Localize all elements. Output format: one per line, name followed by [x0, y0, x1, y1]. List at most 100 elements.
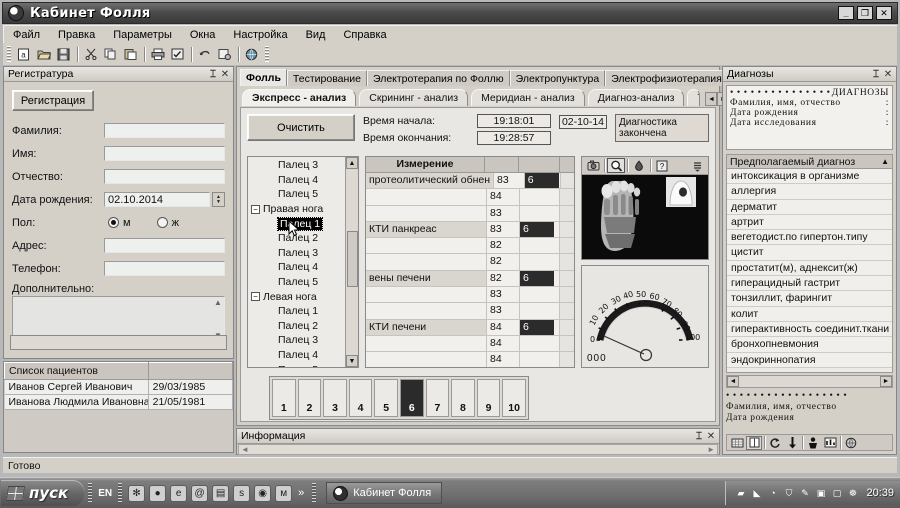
tree-item[interactable]: Палец 4	[248, 260, 345, 275]
info-scroll-right-icon[interactable]: ►	[707, 445, 715, 454]
taskbar-grip[interactable]	[312, 483, 316, 503]
register-button[interactable]: Регистрация	[12, 90, 94, 111]
tab-testing[interactable]: Тестирование	[287, 70, 367, 86]
scrollbar-thumb[interactable]	[347, 231, 358, 287]
tree-item[interactable]: Палец 2	[248, 319, 345, 334]
tree-item[interactable]: Палец 5	[248, 187, 345, 202]
network-icon[interactable]: ▰	[734, 487, 747, 500]
number-cell-3[interactable]: 3	[323, 379, 347, 417]
tab-electrophysiotherapy[interactable]: Электрофизиотерапия	[605, 70, 728, 86]
browser-icon[interactable]: e	[170, 485, 187, 502]
number-cell-5[interactable]: 5	[374, 379, 398, 417]
column-header-mark[interactable]	[519, 157, 560, 172]
number-cell-7[interactable]: 7	[426, 379, 450, 417]
list-item[interactable]: интоксикация в организме	[727, 169, 892, 184]
print-preview-icon[interactable]	[168, 45, 187, 63]
clock-sync-icon[interactable]: ◔	[766, 487, 779, 500]
tree-item[interactable]: Палец 1	[248, 304, 345, 319]
tab-screening-analysis[interactable]: Скрининг - анализ	[359, 89, 468, 106]
chart-icon[interactable]	[822, 436, 838, 450]
media-icon[interactable]: ✻	[128, 485, 145, 502]
menu-item-view[interactable]: Вид	[297, 28, 335, 42]
list-item[interactable]: колит	[727, 307, 892, 322]
list-item[interactable]: дерматит	[727, 200, 892, 215]
list-item[interactable]: гиперактивность соединит.ткани	[727, 322, 892, 337]
camera-icon[interactable]	[584, 158, 602, 173]
list-item[interactable]: артрит	[727, 215, 892, 230]
restore-button[interactable]: ❐	[857, 6, 873, 20]
tab-express-analysis[interactable]: Экспресс - анализ	[242, 89, 356, 106]
close-button[interactable]: ✕	[876, 6, 892, 20]
tab-diagnosis-analysis[interactable]: Диагноз-анализ	[588, 89, 685, 106]
number-cell-10[interactable]: 10	[502, 379, 526, 417]
toolbar-grip[interactable]	[7, 46, 11, 62]
tree-item[interactable]: Палец 4	[248, 173, 345, 188]
phone-input[interactable]	[104, 261, 225, 276]
number-cell-8[interactable]: 8	[451, 379, 475, 417]
refresh-icon[interactable]	[767, 436, 783, 450]
table-row[interactable]: КТИ панкреас 83 6	[366, 222, 574, 238]
menu-item-help[interactable]: Справка	[334, 28, 395, 42]
firstname-input[interactable]	[104, 146, 225, 161]
taskbar-clock[interactable]: 20:39	[866, 487, 894, 499]
scroll-up-icon[interactable]: ▲	[346, 157, 358, 169]
cut-scissors-icon[interactable]	[81, 45, 100, 63]
tree-item-selected[interactable]: Палец 1	[248, 216, 345, 231]
list-item[interactable]: аллергия	[727, 184, 892, 199]
tree-item[interactable]: Палец 3	[248, 246, 345, 261]
number-cell-2[interactable]: 2	[298, 379, 322, 417]
monitor-icon[interactable]: ▢	[830, 487, 843, 500]
tab-electrotherapy-foll[interactable]: Электротерапия по Фоллю	[367, 70, 510, 86]
birthdate-spinner[interactable]: ▲▼	[212, 192, 225, 207]
diagnoses-list[interactable]: интоксикация в организме аллергия дермат…	[726, 169, 893, 373]
close-icon[interactable]: ✕	[882, 68, 894, 80]
tab-foll[interactable]: Фолль	[240, 69, 287, 86]
close-icon[interactable]: ✕	[705, 430, 717, 442]
patronymic-input[interactable]	[104, 169, 225, 184]
help-globe-icon[interactable]	[242, 45, 261, 63]
tab-trainer[interactable]: Тренажер вре	[687, 89, 700, 106]
display-icon[interactable]: ▣	[814, 487, 827, 500]
presumed-diagnosis-column-header[interactable]: Предполагаемый диагноз ▲	[726, 154, 893, 169]
mail-icon[interactable]: @	[191, 485, 208, 502]
pin-icon[interactable]: ⌶	[693, 430, 705, 442]
taskbar-grip[interactable]	[118, 483, 122, 503]
tree-scrollbar[interactable]: ▲ ▼	[345, 157, 358, 367]
toolbar-end-grip[interactable]	[265, 46, 269, 62]
scroll-right-icon[interactable]: ►	[880, 376, 892, 387]
key-icon[interactable]: ☸	[846, 487, 859, 500]
number-cell-4[interactable]: 4	[349, 379, 373, 417]
pin-icon[interactable]: ⌶	[870, 68, 882, 80]
foot-xray-image[interactable]	[582, 175, 708, 259]
body-points-tree[interactable]: Палец 3 Палец 4 Палец 5 −Правая нога Пал…	[247, 156, 359, 368]
info-scroll-left-icon[interactable]: ◄	[241, 445, 249, 454]
table-row[interactable]: КТИ печени 84 6	[366, 320, 574, 336]
tree-item[interactable]: Палец 5	[248, 362, 345, 367]
column-header-value[interactable]	[485, 157, 519, 172]
tree-group-left-leg[interactable]: −Левая нога	[248, 289, 345, 304]
table-row[interactable]: 84	[366, 352, 574, 368]
patient-search-input[interactable]	[10, 335, 227, 350]
copy-icon[interactable]	[101, 45, 120, 63]
table-row[interactable]: Иванова Людмила Ивановна 21/05/1981	[5, 395, 233, 410]
list-item[interactable]: гиперацидный гастрит	[727, 276, 892, 291]
surname-input[interactable]	[104, 123, 225, 138]
list-item[interactable]: бронхопневмония	[727, 337, 892, 352]
shield-icon[interactable]: ⛉	[782, 487, 795, 500]
list-item[interactable]: простатит(м), аднексит(ж)	[727, 261, 892, 276]
tree-item[interactable]: Палец 4	[248, 348, 345, 363]
magnifier-icon[interactable]	[607, 158, 625, 173]
table-row[interactable]: 82	[366, 254, 574, 270]
tree-item[interactable]: Палец 5	[248, 275, 345, 290]
photo-icon[interactable]: ◉	[254, 485, 271, 502]
minimize-button[interactable]: _	[838, 6, 854, 20]
messenger-icon[interactable]: s	[233, 485, 250, 502]
table-row[interactable]: 82	[366, 238, 574, 254]
tab-electropuncture[interactable]: Электропунктура	[510, 70, 606, 86]
gender-female-option[interactable]: ж	[157, 217, 179, 229]
book-icon[interactable]	[746, 436, 762, 450]
table-row[interactable]: вены печени 82 6	[366, 271, 574, 287]
pen-icon[interactable]: ✎	[798, 487, 811, 500]
open-folder-icon[interactable]	[34, 45, 53, 63]
grid-icon[interactable]	[729, 436, 745, 450]
